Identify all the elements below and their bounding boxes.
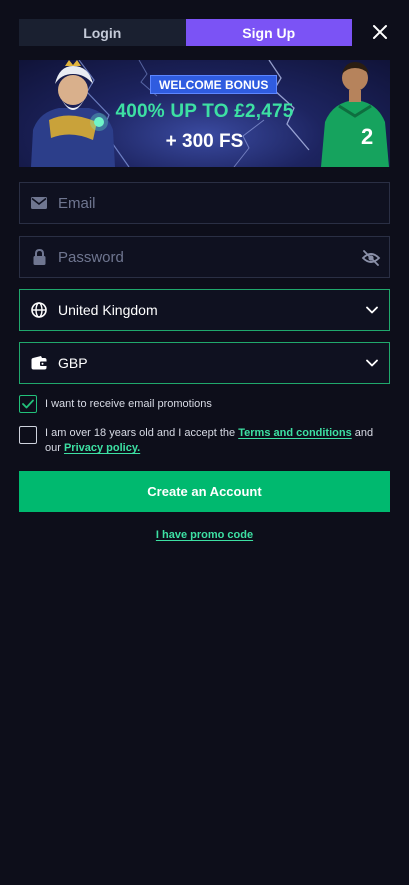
terms-checkbox[interactable]	[19, 426, 37, 444]
welcome-bonus-banner: 2 WELCOME BONUS 400% UP TO £2,475 + 300 …	[19, 60, 390, 167]
terms-label: I am over 18 years old and I accept the …	[45, 426, 390, 456]
lock-icon	[20, 249, 58, 265]
terms-text-before: I am over 18 years old and I accept the	[45, 427, 239, 439]
country-value: United Kingdom	[58, 302, 158, 318]
welcome-bonus-badge: WELCOME BONUS	[150, 75, 278, 94]
terms-and-conditions-link[interactable]: Terms and conditions	[238, 427, 351, 439]
chevron-down-icon	[355, 306, 389, 314]
close-icon	[373, 25, 387, 39]
terms-row: I am over 18 years old and I accept the …	[19, 426, 390, 456]
email-promotions-row: I want to receive email promotions	[19, 395, 390, 413]
currency-value: GBP	[58, 355, 88, 371]
password-field[interactable]	[19, 236, 390, 278]
email-promotions-label: I want to receive email promotions	[45, 398, 212, 410]
chevron-down-icon	[355, 359, 389, 367]
email-field[interactable]	[19, 182, 390, 224]
currency-select[interactable]: GBP	[19, 342, 390, 384]
eye-off-icon[interactable]	[361, 248, 381, 268]
globe-icon	[20, 302, 58, 318]
tab-login[interactable]: Login	[19, 19, 186, 46]
password-input[interactable]	[58, 248, 389, 266]
close-button[interactable]	[370, 22, 390, 42]
bonus-amount: 400% UP TO £2,475	[115, 101, 294, 122]
country-select[interactable]: United Kingdom	[19, 289, 390, 331]
email-promotions-checkbox[interactable]	[19, 395, 37, 413]
envelope-icon	[20, 197, 58, 209]
create-account-button[interactable]: Create an Account	[19, 471, 390, 512]
promo-code-link[interactable]: I have promo code	[0, 529, 409, 541]
tab-signup[interactable]: Sign Up	[185, 19, 352, 46]
checkmark-icon	[22, 399, 34, 409]
wallet-icon	[20, 356, 58, 370]
privacy-policy-link[interactable]: Privacy policy.	[64, 442, 140, 454]
auth-tabs: Login Sign Up	[19, 19, 352, 46]
bonus-free-spins: + 300 FS	[165, 131, 244, 152]
email-input[interactable]	[58, 194, 389, 212]
